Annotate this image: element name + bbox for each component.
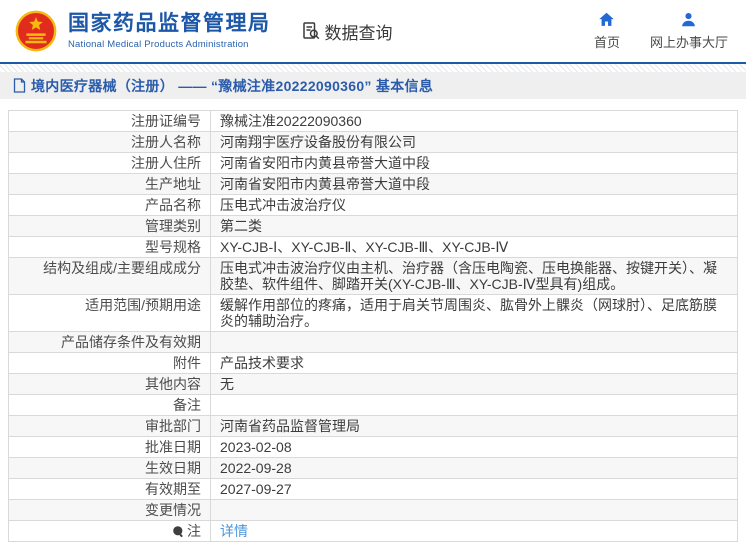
document-search-icon: [301, 21, 321, 41]
row-value: 2022-09-28: [220, 460, 292, 476]
table-row: 注 详情: [9, 520, 737, 541]
row-label-text: 其他内容: [145, 376, 201, 392]
row-value: 压电式冲击波治疗仪: [220, 197, 346, 213]
row-value: [211, 395, 737, 415]
table-row: 注册人住所 河南省安阳市内黄县帝誉大道中段: [9, 152, 737, 173]
row-label: 批准日期: [9, 437, 211, 457]
document-icon: [13, 78, 26, 93]
data-query-label: 数据查询: [324, 23, 393, 43]
nav-item-home[interactable]: 首页: [594, 11, 620, 51]
row-label: 生产地址: [9, 174, 211, 194]
row-value: 河南省安阳市内黄县帝誉大道中段: [220, 176, 430, 192]
table-row: 备注: [9, 394, 737, 415]
row-label: 附件: [9, 353, 211, 373]
row-label: 注: [9, 521, 211, 541]
dotted-divider: [0, 64, 746, 72]
row-value: 河南省安阳市内黄县帝誉大道中段: [220, 155, 430, 171]
row-label-text: 注册人住所: [131, 155, 201, 171]
nav-item-label: 网上办事大厅: [649, 35, 728, 50]
row-label-text: 变更情况: [145, 502, 201, 518]
row-value: [211, 500, 737, 520]
row-label: 适用范围/预期用途: [9, 295, 211, 331]
row-label-text: 审批部门: [145, 418, 201, 434]
row-label-text: 生产地址: [145, 176, 201, 192]
row-label-text: 生效日期: [145, 460, 201, 476]
row-value: 河南翔宇医疗设备股份有限公司: [220, 134, 416, 150]
details-link[interactable]: 详情: [220, 523, 248, 539]
row-label: 审批部门: [9, 416, 211, 436]
agency-title-block: 国家药品监督管理局 National Medical Products Admi…: [68, 12, 271, 49]
row-value: 产品技术要求: [220, 355, 304, 371]
row-label-text: 产品名称: [145, 197, 201, 213]
table-row: 产品储存条件及有效期: [9, 331, 737, 352]
table-row: 审批部门 河南省药品监督管理局: [9, 415, 737, 436]
row-label: 注册人名称: [9, 132, 211, 152]
row-value: 无: [220, 376, 234, 392]
agency-name-en: National Medical Products Administration: [68, 38, 249, 50]
row-value: 详情: [211, 521, 737, 541]
nav-item-service-hall[interactable]: 网上办事大厅: [650, 11, 728, 51]
national-emblem-icon: [13, 8, 59, 54]
table-row: 型号规格 XY-CJB-Ⅰ、XY-CJB-Ⅱ、XY-CJB-Ⅲ、XY-CJB-Ⅳ: [9, 236, 737, 257]
row-label: 有效期至: [9, 479, 211, 499]
row-label: 结构及组成/主要组成成分: [9, 258, 211, 294]
row-label-text: 有效期至: [145, 481, 201, 497]
row-value: 豫械注准20222090360: [220, 113, 362, 129]
person-icon: [680, 11, 697, 28]
row-label-text: 注: [187, 523, 201, 539]
nav-item-label: 首页: [593, 35, 620, 50]
table-row: 适用范围/预期用途 缓解作用部位的疼痛，适用于肩关节周围炎、肱骨外上髁炎（网球肘）…: [9, 294, 737, 331]
row-label-text: 附件: [173, 355, 201, 371]
home-icon: [598, 11, 615, 28]
row-label-text: 批准日期: [145, 439, 201, 455]
row-label: 型号规格: [9, 237, 211, 257]
row-label-text: 注册人名称: [131, 134, 201, 150]
row-label: 管理类别: [9, 216, 211, 236]
table-row: 注册人名称 河南翔宇医疗设备股份有限公司: [9, 131, 737, 152]
row-label: 产品名称: [9, 195, 211, 215]
info-table: 注册证编号 豫械注准20222090360 注册人名称 河南翔宇医疗设备股份有限公司注…: [8, 110, 738, 542]
row-value: 缓解作用部位的疼痛，适用于肩关节周围炎、肱骨外上髁炎（网球肘）、足底筋膜炎的辅助…: [220, 297, 717, 329]
data-query-title: 数据查询: [301, 19, 393, 44]
agency-logo: 国家药品监督管理局 National Medical Products Admi…: [13, 8, 271, 54]
row-value: 2027-09-27: [220, 481, 292, 497]
header-nav: 首页 网上办事大厅: [594, 11, 728, 51]
row-value: [211, 332, 737, 352]
row-label: 备注: [9, 395, 211, 415]
note-icon: [172, 525, 185, 538]
row-label: 注册人住所: [9, 153, 211, 173]
breadcrumb: 境内医疗器械（注册） —— “豫械注准20222090360” 基本信息: [31, 77, 434, 94]
table-row: 产品名称 压电式冲击波治疗仪: [9, 194, 737, 215]
table-row: 有效期至 2027-09-27: [9, 478, 737, 499]
row-label-text: 管理类别: [145, 218, 201, 234]
table-row: 其他内容 无: [9, 373, 737, 394]
table-row: 附件 产品技术要求: [9, 352, 737, 373]
row-label-text: 注册证编号: [131, 113, 201, 129]
row-value: XY-CJB-Ⅰ、XY-CJB-Ⅱ、XY-CJB-Ⅲ、XY-CJB-Ⅳ: [220, 239, 509, 255]
row-label-text: 产品储存条件及有效期: [61, 334, 201, 350]
row-label: 产品储存条件及有效期: [9, 332, 211, 352]
row-label: 变更情况: [9, 500, 211, 520]
row-label-text: 备注: [173, 397, 201, 413]
row-value: 压电式冲击波治疗仪由主机、治疗器（含压电陶瓷、压电换能器、按键开关）、凝胶垫、软…: [220, 260, 717, 292]
table-row: 生产地址 河南省安阳市内黄县帝誉大道中段: [9, 173, 737, 194]
row-label: 其他内容: [9, 374, 211, 394]
breadcrumb-bar: 境内医疗器械（注册） —— “豫械注准20222090360” 基本信息: [0, 72, 746, 99]
table-row: 注册证编号 豫械注准20222090360: [9, 111, 737, 131]
page-header: 国家药品监督管理局 National Medical Products Admi…: [0, 0, 746, 62]
table-row: 结构及组成/主要组成成分 压电式冲击波治疗仪由主机、治疗器（含压电陶瓷、压电换能器…: [9, 257, 737, 294]
row-value: 第二类: [220, 218, 262, 234]
table-row: 变更情况: [9, 499, 737, 520]
row-label-text: 适用范围/预期用途: [85, 297, 201, 313]
table-row: 生效日期 2022-09-28: [9, 457, 737, 478]
table-row: 批准日期 2023-02-08: [9, 436, 737, 457]
agency-name-cn: 国家药品监督管理局: [68, 12, 271, 36]
table-row: 管理类别 第二类: [9, 215, 737, 236]
row-value: 河南省药品监督管理局: [220, 418, 360, 434]
row-label-text: 型号规格: [145, 239, 201, 255]
row-value: 2023-02-08: [220, 439, 292, 455]
row-label-text: 结构及组成/主要组成成分: [43, 260, 201, 276]
row-label: 生效日期: [9, 458, 211, 478]
row-label: 注册证编号: [9, 111, 211, 131]
